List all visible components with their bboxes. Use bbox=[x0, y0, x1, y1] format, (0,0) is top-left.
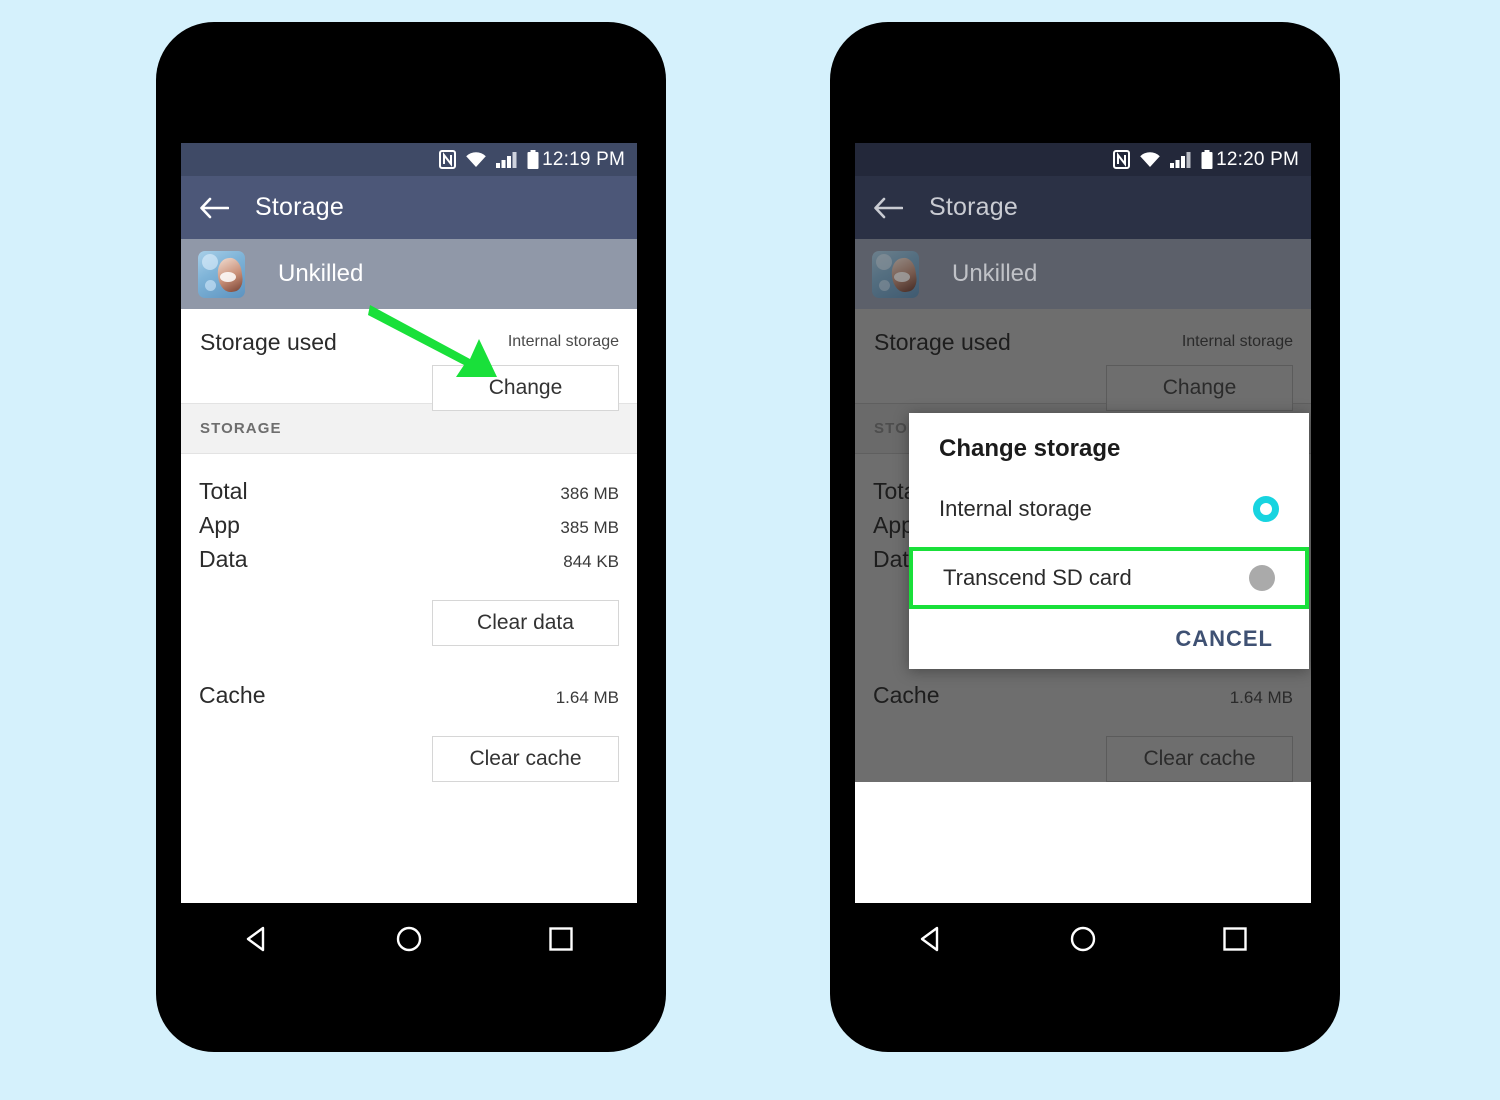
cache-value: 1.64 MB bbox=[555, 688, 619, 707]
radio-unselected-icon[interactable] bbox=[1249, 565, 1275, 591]
back-arrow-icon[interactable] bbox=[873, 196, 904, 220]
phone-left: 12:19 PM Storage Unkilled Storage used I… bbox=[156, 22, 666, 1052]
phone-left-screen: 12:19 PM Storage Unkilled Storage used I… bbox=[181, 143, 637, 903]
storage-used-row: Storage used Internal storage Change bbox=[181, 309, 637, 411]
app-name: Unkilled bbox=[278, 260, 364, 287]
cache-label: Cache bbox=[873, 682, 940, 708]
dialog-option-label: Transcend SD card bbox=[943, 565, 1132, 590]
wifi-icon bbox=[465, 151, 487, 168]
dialog-option-transcend-sd-card[interactable]: Transcend SD card bbox=[909, 547, 1309, 609]
storage-used-value: Internal storage bbox=[1181, 333, 1293, 350]
stat-value: 385 MB bbox=[560, 518, 619, 537]
storage-used-label: Storage used bbox=[200, 329, 337, 355]
stat-label: Total bbox=[199, 478, 248, 504]
storage-used-label: Storage used bbox=[874, 329, 1011, 355]
nfc-icon bbox=[1113, 150, 1131, 169]
unkilled-app-icon bbox=[872, 250, 919, 298]
cache-row: Cache 1.64 MB bbox=[873, 682, 1293, 709]
screenshot-canvas: 12:19 PM Storage Unkilled Storage used I… bbox=[0, 0, 1500, 1100]
back-arrow-icon[interactable] bbox=[199, 196, 230, 220]
app-name: Unkilled bbox=[952, 260, 1038, 287]
cache-value: 1.64 MB bbox=[1229, 688, 1293, 707]
dialog-title: Change storage bbox=[939, 435, 1121, 462]
stat-row-data: Data 844 KB bbox=[199, 546, 619, 573]
change-button[interactable]: Change bbox=[1106, 365, 1293, 411]
page-title: Storage bbox=[929, 193, 1018, 221]
status-bar: 12:20 PM bbox=[855, 143, 1311, 176]
home-circle-icon[interactable] bbox=[1066, 922, 1100, 956]
cache-label: Cache bbox=[199, 682, 266, 708]
dialog-option-internal-storage[interactable]: Internal storage bbox=[909, 479, 1309, 539]
recents-square-icon[interactable] bbox=[544, 922, 578, 956]
recents-square-icon[interactable] bbox=[1218, 922, 1252, 956]
app-bar: Storage bbox=[181, 176, 637, 239]
phone-right-screen: 12:20 PM Storage Unkilled Storage used I… bbox=[855, 143, 1311, 903]
back-triangle-icon[interactable] bbox=[914, 922, 948, 956]
signal-icon bbox=[496, 151, 518, 168]
system-nav-bar bbox=[855, 903, 1311, 975]
phone-right: 12:20 PM Storage Unkilled Storage used I… bbox=[830, 22, 1340, 1052]
page-title: Storage bbox=[255, 193, 344, 221]
status-clock: 12:19 PM bbox=[542, 148, 625, 170]
cache-row: Cache 1.64 MB bbox=[199, 682, 619, 709]
battery-icon bbox=[1201, 150, 1213, 169]
app-header-row: Unkilled bbox=[855, 239, 1311, 309]
back-triangle-icon[interactable] bbox=[240, 922, 274, 956]
change-storage-dialog: Change storage Internal storage Transcen… bbox=[909, 413, 1309, 669]
dialog-option-label: Internal storage bbox=[939, 496, 1092, 521]
dialog-actions: CANCEL bbox=[909, 609, 1309, 661]
unkilled-app-icon bbox=[198, 250, 245, 298]
stat-label: Data bbox=[199, 546, 248, 572]
storage-used-row: Storage used Internal storage Change bbox=[855, 309, 1311, 411]
stat-value: 844 KB bbox=[563, 552, 619, 571]
storage-section-label: STORAGE bbox=[200, 420, 282, 437]
cancel-button[interactable]: CANCEL bbox=[1169, 625, 1279, 653]
app-bar: Storage bbox=[855, 176, 1311, 239]
radio-selected-icon[interactable] bbox=[1253, 496, 1279, 522]
wifi-icon bbox=[1139, 151, 1161, 168]
status-clock: 12:20 PM bbox=[1216, 148, 1299, 170]
storage-section-header: STORAGE bbox=[181, 404, 637, 454]
clear-cache-button[interactable]: Clear cache bbox=[432, 736, 619, 782]
status-bar: 12:19 PM bbox=[181, 143, 637, 176]
stat-label: App bbox=[199, 512, 240, 538]
stat-label: App bbox=[873, 512, 914, 538]
signal-icon bbox=[1170, 151, 1192, 168]
stat-row-app: App 385 MB bbox=[199, 512, 619, 539]
home-circle-icon[interactable] bbox=[392, 922, 426, 956]
storage-used-value: Internal storage bbox=[507, 333, 619, 350]
storage-stats: Total 386 MB App 385 MB Data 844 KB Clea… bbox=[181, 454, 637, 782]
clear-data-button[interactable]: Clear data bbox=[432, 600, 619, 646]
stat-value: 386 MB bbox=[560, 484, 619, 503]
battery-icon bbox=[527, 150, 539, 169]
stat-row-total: Total 386 MB bbox=[199, 478, 619, 505]
change-button[interactable]: Change bbox=[432, 365, 619, 411]
clear-cache-button[interactable]: Clear cache bbox=[1106, 736, 1293, 782]
app-header-row: Unkilled bbox=[181, 239, 637, 309]
nfc-icon bbox=[439, 150, 457, 169]
system-nav-bar bbox=[181, 903, 637, 975]
settings-content: Storage used Internal storage Change STO… bbox=[181, 309, 637, 782]
